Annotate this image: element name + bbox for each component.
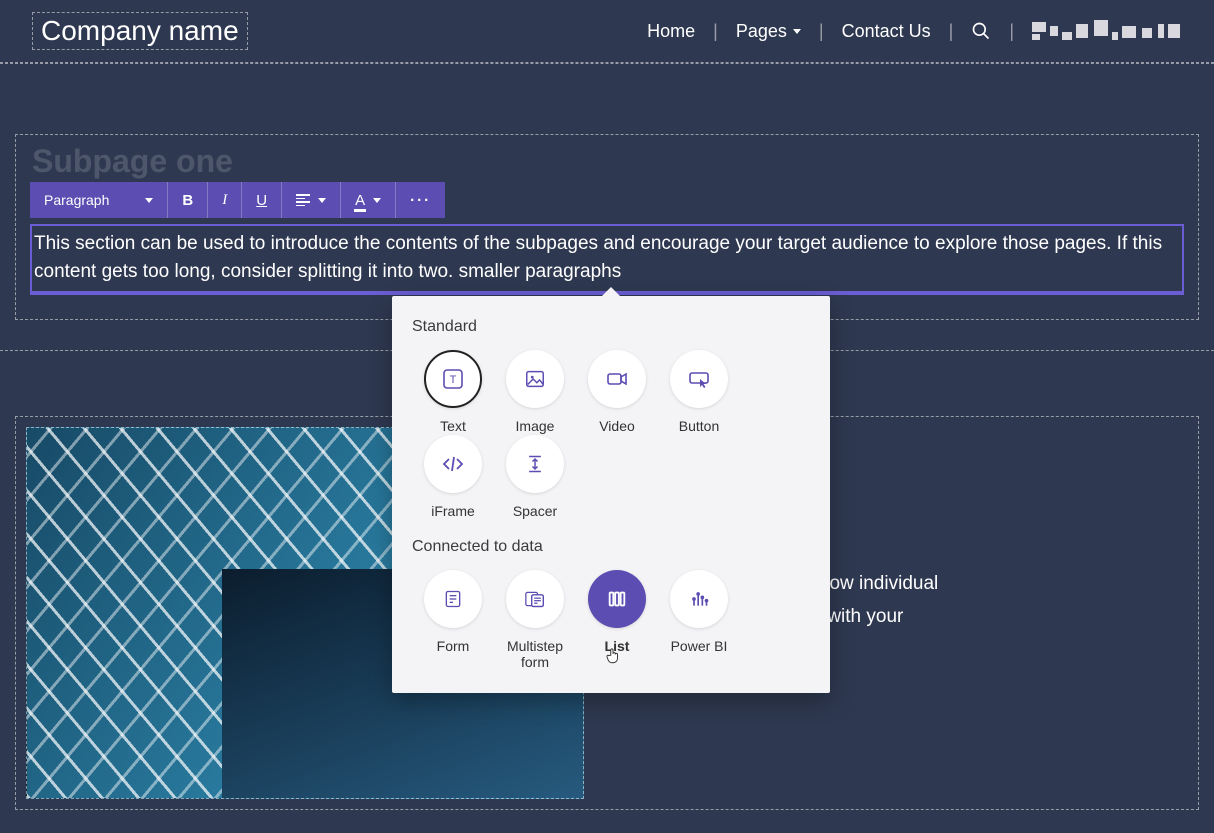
user-area-blurred[interactable]: [1032, 20, 1182, 42]
component-spacer[interactable]: Spacer: [494, 435, 576, 520]
spacer-icon: [506, 435, 564, 493]
italic-button[interactable]: I: [208, 182, 242, 218]
paragraph-style-select[interactable]: Paragraph: [30, 182, 168, 218]
component-image[interactable]: Image: [494, 350, 576, 435]
component-label: Video: [599, 418, 635, 435]
popup-section-data: Connected to data: [412, 538, 810, 556]
popup-section-standard: Standard: [412, 318, 810, 336]
cursor-hand-icon: [604, 646, 622, 666]
component-label: Button: [679, 418, 719, 435]
image-icon: [506, 350, 564, 408]
nav-home[interactable]: Home: [647, 21, 695, 42]
paragraph-editor[interactable]: This section can be used to introduce th…: [30, 224, 1184, 295]
text-icon: T: [424, 350, 482, 408]
chevron-down-icon: [373, 198, 381, 203]
component-button[interactable]: Button: [658, 350, 740, 435]
font-color-icon: A: [355, 192, 365, 209]
top-nav: Home | Pages | Contact Us | |: [647, 20, 1182, 42]
component-text[interactable]: T Text: [412, 350, 494, 435]
component-iframe[interactable]: iFrame: [412, 435, 494, 520]
font-color-button[interactable]: A: [341, 182, 396, 218]
powerbi-icon: [670, 570, 728, 628]
nav-pages-label: Pages: [736, 21, 787, 42]
nav-pages[interactable]: Pages: [736, 21, 801, 42]
component-label: Text: [440, 418, 466, 435]
underline-button[interactable]: U: [242, 182, 282, 218]
component-label: Spacer: [513, 503, 557, 520]
nav-separator: |: [819, 21, 824, 42]
component-list[interactable]: List: [576, 570, 658, 672]
component-label: iFrame: [431, 503, 475, 520]
component-video[interactable]: Video: [576, 350, 658, 435]
form-icon: [424, 570, 482, 628]
nav-separator: |: [949, 21, 954, 42]
video-icon: [588, 350, 646, 408]
data-components-grid: Form Multistep form List Power BI: [412, 570, 810, 672]
component-powerbi[interactable]: Power BI: [658, 570, 740, 672]
company-name[interactable]: Company name: [32, 12, 248, 50]
rich-text-toolbar: Paragraph B I U A ···: [30, 182, 445, 218]
align-left-icon: [296, 194, 310, 206]
site-header: Company name Home | Pages | Contact Us |…: [0, 0, 1214, 63]
paragraph-style-label: Paragraph: [44, 192, 109, 208]
component-label: Power BI: [671, 638, 728, 655]
iframe-icon: [424, 435, 482, 493]
svg-text:T: T: [450, 374, 457, 386]
subpage-title[interactable]: Subpage one: [16, 143, 1198, 180]
chevron-down-icon: [145, 198, 153, 203]
more-options-button[interactable]: ···: [396, 182, 445, 218]
multistep-form-icon: [506, 570, 564, 628]
bold-button[interactable]: B: [168, 182, 208, 218]
component-label: Image: [516, 418, 555, 435]
nav-separator: |: [713, 21, 718, 42]
component-multistep-form[interactable]: Multistep form: [494, 570, 576, 672]
component-form[interactable]: Form: [412, 570, 494, 672]
chevron-down-icon: [318, 198, 326, 203]
search-icon[interactable]: [971, 21, 991, 41]
standard-components-grid: T Text Image Video Button iFram: [412, 350, 810, 520]
list-icon: [588, 570, 646, 628]
component-picker-popup: Standard T Text Image Video Button: [392, 296, 830, 693]
chevron-down-icon: [793, 29, 801, 34]
component-label: Form: [437, 638, 470, 655]
button-icon: [670, 350, 728, 408]
nav-contact[interactable]: Contact Us: [842, 21, 931, 42]
align-button[interactable]: [282, 182, 341, 218]
component-label: Multistep form: [494, 638, 576, 672]
nav-separator: |: [1009, 21, 1014, 42]
